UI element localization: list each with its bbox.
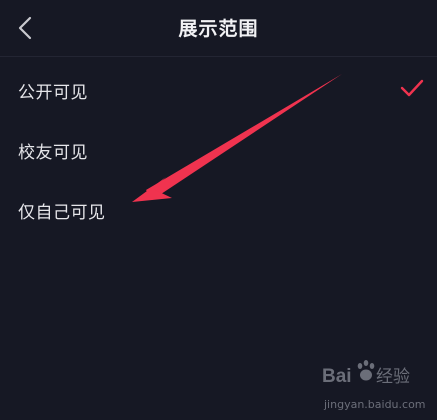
checkmark-icon <box>400 79 424 97</box>
header-bar: 展示范围 <box>0 0 437 56</box>
svg-text:经验: 经验 <box>376 367 410 387</box>
option-private[interactable]: 仅自己可见 <box>0 180 437 238</box>
option-public[interactable]: 公开可见 <box>0 60 437 118</box>
baidu-jingyan-watermark: Bai 经验 jingyan.baidu.com <box>322 360 426 411</box>
option-label: 仅自己可见 <box>18 203 106 223</box>
header-divider <box>0 56 437 57</box>
option-label: 公开可见 <box>18 83 88 103</box>
svg-text:jingyan.baidu.com: jingyan.baidu.com <box>323 398 426 411</box>
option-alumni[interactable]: 校友可见 <box>0 120 437 178</box>
option-label: 校友可见 <box>18 143 88 163</box>
page-title: 展示范围 <box>178 18 259 40</box>
svg-text:Bai: Bai <box>322 366 352 387</box>
